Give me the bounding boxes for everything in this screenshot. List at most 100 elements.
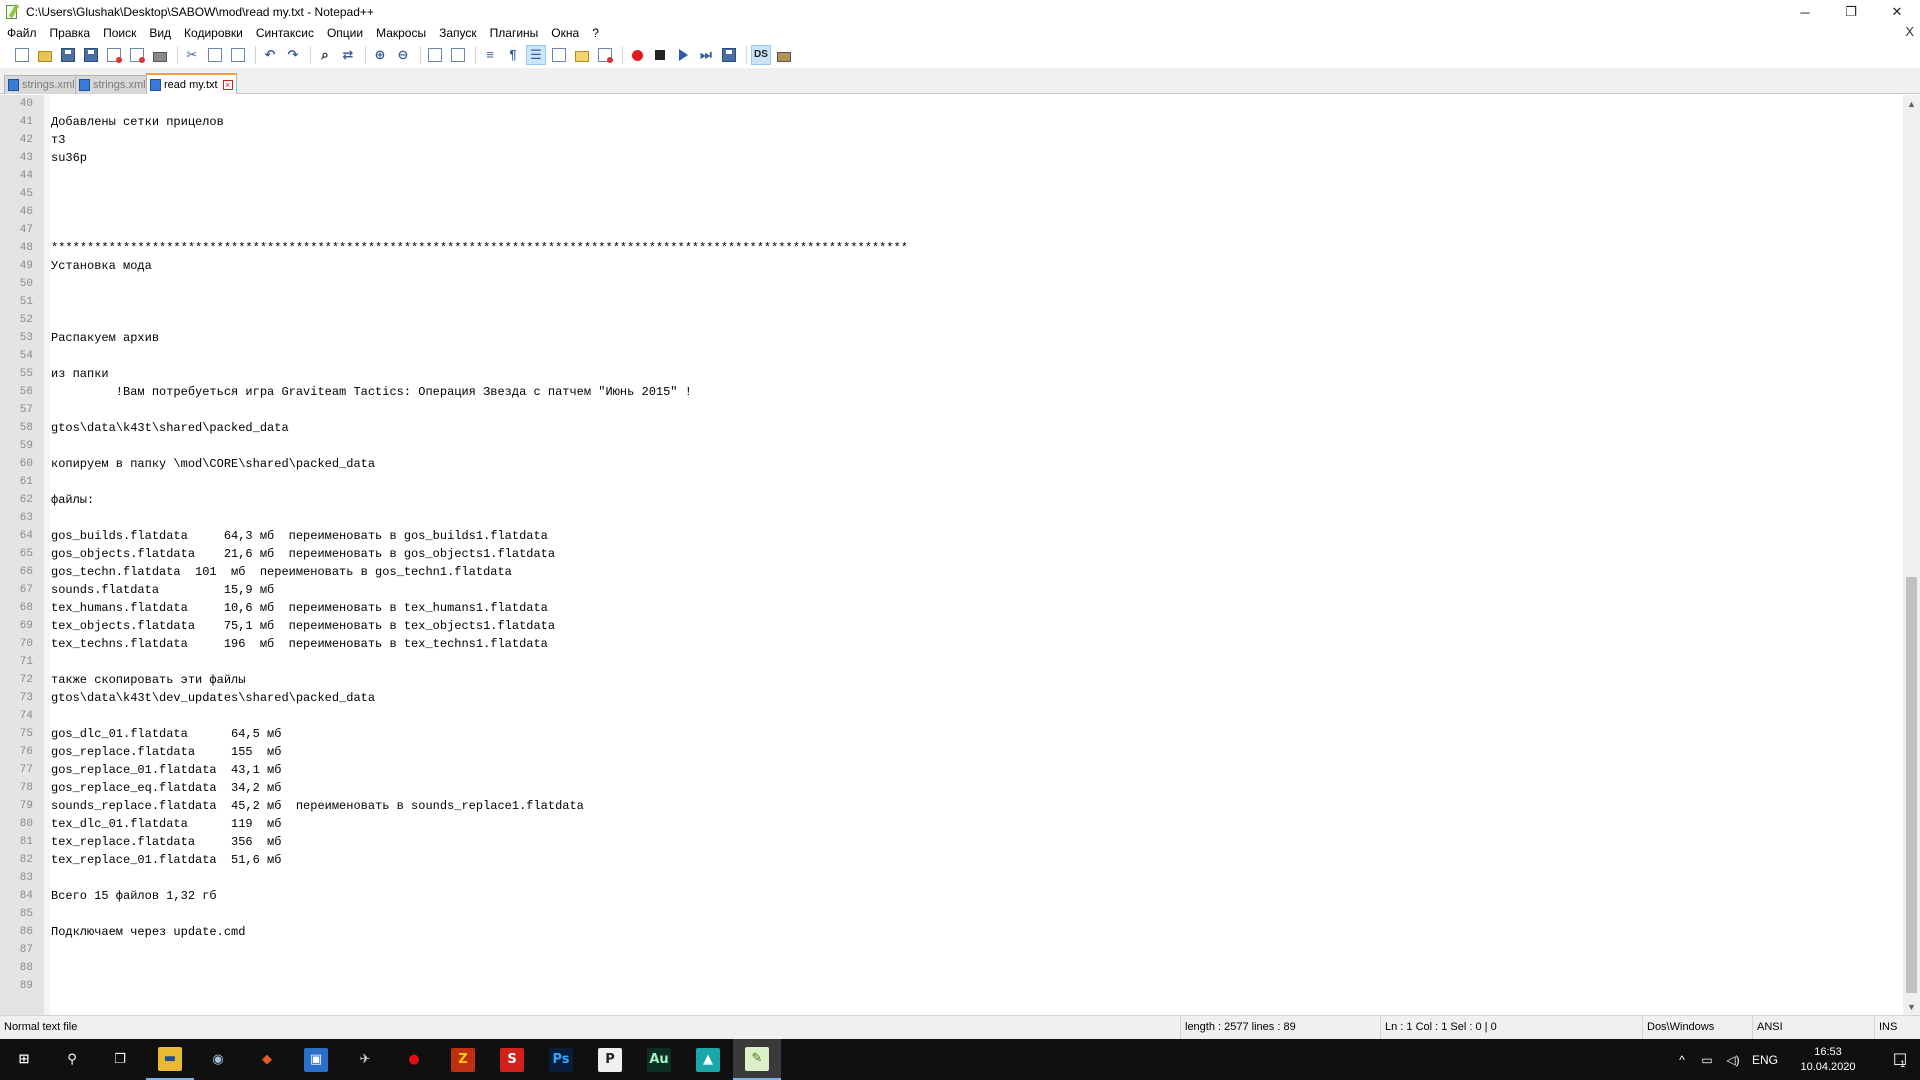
save-all-icon[interactable] <box>81 45 101 65</box>
editor-line[interactable]: 49 Установка мода <box>0 257 1900 275</box>
editor-line[interactable]: 40 <box>0 95 1900 113</box>
notifications-icon[interactable]: ☐ 1 <box>1882 1039 1916 1080</box>
editor-line[interactable]: 42 т3 <box>0 131 1900 149</box>
text-editor[interactable]: 40 41 Добавлены сетки прицелов 42 т3 43 su36p 4… <box>0 95 1920 1015</box>
maximize-button[interactable]: ❐ <box>1828 0 1874 24</box>
editor-line[interactable]: 81 tex_replace.flatdata 356 мб <box>0 833 1900 851</box>
editor-line[interactable]: 46 <box>0 203 1900 221</box>
editor-line[interactable]: 67 sounds.flatdata 15,9 мб <box>0 581 1900 599</box>
editor-line[interactable]: 76 gos_replace.flatdata 155 мб <box>0 743 1900 761</box>
indent-guide-icon[interactable]: ☰ <box>526 45 546 65</box>
editor-line[interactable]: 66 gos_techn.flatdata 101 мб переименоват… <box>0 563 1900 581</box>
copy-icon[interactable] <box>205 45 225 65</box>
app-icon-2[interactable]: ◆ <box>243 1039 291 1080</box>
editor-line[interactable]: 83 <box>0 869 1900 887</box>
editor-line[interactable]: 85 <box>0 905 1900 923</box>
app-icon-1[interactable]: ◉ <box>194 1039 242 1080</box>
notepadpp-icon[interactable]: ✎ <box>733 1039 781 1080</box>
editor-line[interactable]: 58 gtos\data\k43t\shared\packed_data <box>0 419 1900 437</box>
menu-run[interactable]: Запуск <box>432 26 483 40</box>
save-icon[interactable] <box>58 45 78 65</box>
tab-close-icon[interactable]: × <box>222 79 233 90</box>
app-icon-6[interactable]: S <box>488 1039 536 1080</box>
menu-view[interactable]: Вид <box>142 26 177 40</box>
editor-line[interactable]: 68 tex_humans.flatdata 10,6 мб переименов… <box>0 599 1900 617</box>
editor-line[interactable]: 41 Добавлены сетки прицелов <box>0 113 1900 131</box>
folder-workspace-icon[interactable] <box>595 45 615 65</box>
editor-line[interactable]: 65 gos_objects.flatdata 21,6 мб переимено… <box>0 545 1900 563</box>
editor-line[interactable]: 45 <box>0 185 1900 203</box>
editor-line[interactable]: 48 **************************************… <box>0 239 1900 257</box>
editor-line[interactable]: 56 !Вам потребуеться игра Graviteam Tact… <box>0 383 1900 401</box>
new-file-icon[interactable] <box>12 45 32 65</box>
editor-line[interactable]: 75 gos_dlc_01.flatdata 64,5 мб <box>0 725 1900 743</box>
clock[interactable]: 16:53 10.04.2020 <box>1786 1039 1870 1080</box>
tab-read-my-txt[interactable]: read my.txt × <box>146 73 237 94</box>
menu-window[interactable]: Окна <box>544 26 585 40</box>
start-button[interactable]: ⊞ <box>0 1039 48 1080</box>
editor-line[interactable]: 53 Распакуем архив <box>0 329 1900 347</box>
app-icon-8[interactable]: ▲ <box>684 1039 732 1080</box>
show-all-chars-icon[interactable]: ¶ <box>503 45 523 65</box>
editor-line[interactable]: 74 <box>0 707 1900 725</box>
editor-line[interactable]: 84 Всего 15 файлов 1,32 гб <box>0 887 1900 905</box>
menu-settings[interactable]: Опции <box>320 26 369 40</box>
editor-line[interactable]: 47 <box>0 221 1900 239</box>
editor-line[interactable]: 55 из папки <box>0 365 1900 383</box>
audition-icon[interactable]: Au <box>635 1039 683 1080</box>
close-window-button[interactable]: ✕ <box>1874 0 1920 24</box>
run-macro-multiple-icon[interactable]: ⏭ <box>696 45 716 65</box>
search-icon[interactable]: ⚲ <box>48 1039 96 1080</box>
editor-line[interactable]: 80 tex_dlc_01.flatdata 119 мб <box>0 815 1900 833</box>
editor-line[interactable]: 73 gtos\data\k43t\dev_updates\shared\pack… <box>0 689 1900 707</box>
tray-chevron-icon[interactable]: ^ <box>1670 1039 1694 1080</box>
menu-encoding[interactable]: Кодировки <box>177 26 249 40</box>
editor-line[interactable]: 62 файлы: <box>0 491 1900 509</box>
close-document-button[interactable]: X <box>1905 24 1914 39</box>
file-explorer-icon[interactable]: ▬ <box>146 1039 194 1080</box>
scroll-up-arrow-icon[interactable]: ▲ <box>1903 95 1920 112</box>
menu-file[interactable]: Файл <box>0 26 43 40</box>
print-icon[interactable] <box>150 45 170 65</box>
menu-edit[interactable]: Правка <box>43 26 97 40</box>
zoom-in-icon[interactable]: ⊕ <box>370 45 390 65</box>
app-icon-7[interactable]: P <box>586 1039 634 1080</box>
save-macro-icon[interactable] <box>719 45 739 65</box>
editor-line[interactable]: 59 <box>0 437 1900 455</box>
menu-plugins[interactable]: Плагины <box>483 26 545 40</box>
network-icon[interactable]: ▭ <box>1694 1039 1720 1080</box>
stop-record-icon[interactable] <box>650 45 670 65</box>
app-icon-3[interactable]: ▣ <box>292 1039 340 1080</box>
sync-horizontal-icon[interactable] <box>448 45 468 65</box>
replace-icon[interactable]: ⇄ <box>338 45 358 65</box>
function-list-icon[interactable] <box>572 45 592 65</box>
editor-line[interactable]: 60 копируем в папку \mod\CORE\shared\pack… <box>0 455 1900 473</box>
app-icon-5[interactable]: ● <box>390 1039 438 1080</box>
vertical-scrollbar[interactable]: ▲ ▼ <box>1903 95 1920 1015</box>
editor-line[interactable]: 86 Подключаем через update.cmd <box>0 923 1900 941</box>
editor-line[interactable]: 61 <box>0 473 1900 491</box>
scrollbar-thumb[interactable] <box>1906 577 1917 993</box>
editor-line[interactable]: 72 также скопировать эти файлы <box>0 671 1900 689</box>
editor-line[interactable]: 79 sounds_replace.flatdata 45,2 мб переим… <box>0 797 1900 815</box>
zoom-out-icon[interactable]: ⊖ <box>393 45 413 65</box>
editor-line[interactable]: 78 gos_replace_eq.flatdata 34,2 мб <box>0 779 1900 797</box>
editor-line[interactable]: 69 tex_objects.flatdata 75,1 мб переимено… <box>0 617 1900 635</box>
photoshop-icon[interactable]: Ps <box>537 1039 585 1080</box>
editor-line[interactable]: 82 tex_replace_01.flatdata 51,6 мб <box>0 851 1900 869</box>
find-icon[interactable]: ⌕ <box>315 45 335 65</box>
editor-line[interactable]: 50 <box>0 275 1900 293</box>
editor-line[interactable]: 43 su36p <box>0 149 1900 167</box>
editor-line[interactable]: 44 <box>0 167 1900 185</box>
notepadpp-app-icon[interactable] <box>4 3 20 20</box>
record-macro-icon[interactable] <box>627 45 647 65</box>
editor-line[interactable]: 52 <box>0 311 1900 329</box>
word-wrap-icon[interactable]: ≡ <box>480 45 500 65</box>
minimize-button[interactable]: ─ <box>1782 0 1828 24</box>
editor-line[interactable]: 54 <box>0 347 1900 365</box>
paste-icon[interactable] <box>228 45 248 65</box>
menu-macro[interactable]: Макросы <box>369 26 432 40</box>
menu-help[interactable]: ? <box>585 26 605 40</box>
language-indicator[interactable]: ENG <box>1748 1039 1782 1080</box>
cut-icon[interactable]: ✂ <box>182 45 202 65</box>
